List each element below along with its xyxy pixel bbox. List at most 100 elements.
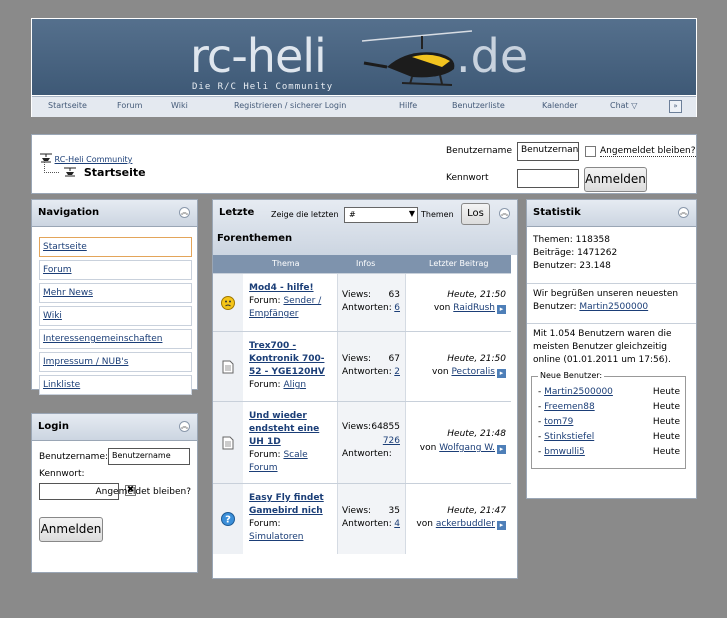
last-post-user[interactable]: ackerbuddler — [436, 519, 495, 529]
nav-chat[interactable]: Chat ▽ — [610, 101, 637, 110]
nav-item-interessengemeinschaften[interactable]: Interessengemeinschaften — [39, 329, 192, 349]
nav-register-login[interactable]: Registrieren / sicherer Login — [234, 101, 346, 110]
list-item: - tom79 Heute — [538, 417, 680, 427]
views-label: Views: — [342, 354, 372, 364]
by-label: von — [416, 519, 433, 529]
last-post-user[interactable]: Wolfgang W. — [439, 443, 495, 453]
go-to-post-icon[interactable]: ▸ — [497, 445, 506, 454]
forum-link[interactable]: Simulatoren — [249, 532, 303, 542]
nav-chat-label: Chat — [610, 101, 629, 110]
nav-item-wiki[interactable]: Wiki — [39, 306, 192, 326]
page-title: Startseite — [64, 166, 146, 179]
count-select[interactable]: # ▼ — [344, 207, 418, 223]
thread-title[interactable]: Easy Fly findet Gamebird nich — [249, 493, 324, 516]
new-user-link[interactable]: Stinkstiefel — [544, 432, 594, 442]
count-select-value: # — [349, 210, 356, 219]
by-label: von — [432, 367, 449, 377]
login-button[interactable]: Anmelden — [584, 167, 647, 192]
remember-label: Angemeldet bleiben? — [600, 146, 696, 157]
nav-item-linkliste[interactable]: Linkliste — [39, 375, 192, 395]
themes-label: Themen — [421, 210, 454, 219]
collapse-icon[interactable]: ︽ — [179, 207, 190, 218]
nav-item-forum[interactable]: Forum — [39, 260, 192, 280]
views-count: 63 — [388, 290, 400, 300]
nav-startseite[interactable]: Startseite — [48, 101, 87, 110]
replies-count[interactable]: 6 — [394, 303, 400, 313]
views-label: Views: — [342, 506, 372, 516]
new-users-legend: Neue Benutzer: — [538, 371, 605, 380]
info-cell: Views: 35 Antworten: 4 — [337, 484, 406, 554]
heli-small-icon — [64, 167, 76, 177]
info-cell: Views: 63 Antworten: 6 — [337, 274, 406, 332]
new-users-box: Neue Benutzer: - Martin2500000 Heute - Fr… — [531, 371, 686, 469]
replies-label: Antworten: — [342, 449, 392, 459]
forum-link[interactable]: Align — [283, 380, 306, 390]
breadcrumb-home-link[interactable]: RC-Heli Community — [55, 155, 133, 164]
nav-item-mehr-news[interactable]: Mehr News — [39, 283, 192, 303]
navigation-title: Navigation — [38, 207, 100, 218]
nav-benutzerliste[interactable]: Benutzerliste — [452, 101, 505, 110]
nav-item-impressum[interactable]: Impressum / NUB's — [39, 352, 192, 372]
last-post-user[interactable]: Pectoralis — [451, 367, 495, 377]
divider — [527, 283, 696, 284]
go-button[interactable]: Los — [461, 203, 490, 225]
replies-count[interactable]: 4 — [394, 519, 400, 529]
thread-cell: Easy Fly findet Gamebird nich Forum: Sim… — [249, 492, 335, 544]
navigation-panel-header: Navigation ︽ — [32, 200, 197, 227]
nav-link[interactable]: Interessengemeinschaften — [43, 334, 162, 344]
new-user-link[interactable]: tom79 — [544, 417, 573, 427]
go-to-post-icon[interactable]: ▸ — [497, 369, 506, 378]
login-remember-text: Angemeldet bleiben? — [95, 487, 191, 497]
collapse-icon[interactable]: ︽ — [499, 208, 510, 219]
nav-link[interactable]: Mehr News — [43, 288, 93, 298]
new-user-date: Heute — [652, 402, 680, 412]
nav-link[interactable]: Linkliste — [43, 380, 80, 390]
replies-count[interactable]: 726 — [383, 436, 400, 446]
more-icon[interactable]: » — [669, 100, 682, 113]
password-field[interactable] — [517, 169, 579, 188]
nav-link[interactable]: Wiki — [43, 311, 62, 321]
new-user-date: Heute — [652, 447, 680, 457]
nav-link[interactable]: Startseite — [43, 242, 87, 252]
last-post-by: von RaidRush ▸ — [434, 303, 506, 314]
nav-link[interactable]: Forum — [43, 265, 72, 275]
last-post-user[interactable]: RaidRush — [453, 303, 495, 313]
forum-label: Forum: — [249, 380, 281, 390]
new-user-link[interactable]: bmwulli5 — [544, 447, 585, 457]
latest-threads-panel: Letzte Zeige die letzten # ▼ Themen Los … — [212, 199, 518, 579]
last-post-time: Heute, 21:50 — [447, 290, 506, 300]
last-post-cell: Heute, 21:48 von Wolfgang W. ▸ — [405, 402, 512, 484]
info-cell: Views: 64855 726 Antworten: — [337, 402, 406, 484]
nav-kalender[interactable]: Kalender — [542, 101, 578, 110]
go-to-post-icon[interactable]: ▸ — [497, 521, 506, 530]
go-to-post-icon[interactable]: ▸ — [497, 305, 506, 314]
nav-item-startseite[interactable]: Startseite — [39, 237, 192, 257]
replies-count[interactable]: 2 — [394, 367, 400, 377]
views-label: Views: — [342, 290, 372, 300]
nav-hilfe[interactable]: Hilfe — [399, 101, 417, 110]
username-field[interactable]: Benutzernan — [517, 142, 579, 161]
new-user-link[interactable]: Freemen88 — [544, 402, 595, 412]
collapse-icon[interactable]: ︽ — [678, 207, 689, 218]
thread-title[interactable]: Trex700 - Kontronik 700-52 - YGE120HV — [249, 341, 325, 377]
login-panel-button[interactable]: Anmelden — [39, 517, 103, 542]
nav-link[interactable]: Impressum / NUB's — [43, 357, 128, 367]
remember-checkbox[interactable] — [585, 146, 596, 157]
new-user-link[interactable]: Martin2500000 — [544, 387, 613, 397]
collapse-icon[interactable]: ︽ — [179, 421, 190, 432]
login-username-field[interactable]: Benutzername — [108, 448, 190, 465]
thread-title[interactable]: Und wieder endsteht eine UH 1D — [249, 411, 319, 447]
last-post-cell: Heute, 21:50 von RaidRush ▸ — [405, 274, 512, 332]
nav-wiki[interactable]: Wiki — [171, 101, 188, 110]
table-row: Mod4 - hilfe! Forum: Sender / Empfänger … — [213, 273, 511, 332]
latest-header: Letzte Zeige die letzten # ▼ Themen Los … — [213, 200, 517, 255]
last-post-by: von ackerbuddler ▸ — [416, 519, 506, 530]
thread-title[interactable]: Mod4 - hilfe! — [249, 283, 314, 293]
replies-label: Antworten: — [342, 367, 392, 377]
forum-label: Forum: — [249, 296, 281, 306]
nav-forum[interactable]: Forum — [117, 101, 142, 110]
new-user-date: Heute — [652, 387, 680, 397]
logo-main[interactable]: rc-heli — [190, 31, 327, 81]
newest-user-link[interactable]: Martin2500000 — [579, 302, 648, 312]
info-cell: Views: 67 Antworten: 2 — [337, 332, 406, 402]
